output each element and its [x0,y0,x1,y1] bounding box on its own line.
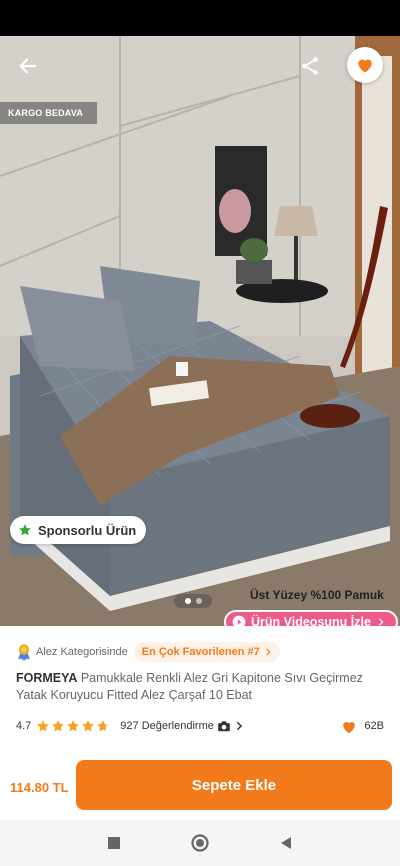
back-button[interactable] [10,48,46,84]
purchase-bar: 114.80 TL Sepete Ekle [0,752,400,820]
category-label: Alez Kategorisinde [36,646,128,658]
star-icon [67,720,80,732]
system-nav-bar [0,820,400,866]
product-image-carousel[interactable]: KARGO BEDAVA Sponsorlu Ürün Üst Yüzey %1… [0,36,400,626]
carousel-dot [184,598,191,604]
triangle-nav-icon[interactable] [279,836,293,850]
most-favorited-chip[interactable]: En Çok Favorilenen #7 [133,642,280,662]
review-count: 927 Değerlendirme [120,720,214,732]
heart-icon [343,722,356,734]
watch-video-label: Ürün Videosunu İzle [251,615,371,626]
share-icon [302,57,318,75]
camera-icon [218,721,230,732]
chevron-right-icon [236,721,242,731]
heart-icon [358,59,372,73]
price: 114.80 TL [10,780,69,795]
carousel-dot [195,598,202,604]
rating-stars [36,719,110,733]
chevron-right-icon [378,618,384,626]
favorite-count: 62B [340,718,384,734]
circle-nav-icon[interactable] [191,834,209,852]
sponsored-label: Sponsorlu Ürün [38,522,137,538]
star-icon [82,720,95,732]
rating-row[interactable]: 4.7 927 Değerlendirme 62B [16,716,384,736]
free-shipping-badge: KARGO BEDAVA [0,102,98,124]
medal-icon [18,644,30,661]
chevron-right-icon [265,648,271,656]
share-button[interactable] [292,48,328,84]
rating-score: 4.7 [16,720,32,732]
favorite-count-value: 62B [364,720,384,732]
star-icon [37,720,50,732]
play-icon [232,615,246,626]
status-bar [0,0,400,36]
add-to-cart-button[interactable]: Sepete Ekle [76,760,392,810]
sponsored-badge: Sponsorlu Ürün [10,516,147,544]
most-favorited-label: En Çok Favorilenen #7 [141,646,260,658]
back-arrow-icon [19,58,37,74]
carousel-indicator [174,594,212,608]
product-brand[interactable]: FORMEYA [16,671,77,685]
square-nav-icon[interactable] [107,836,121,850]
star-icon [97,720,110,732]
favorite-button[interactable] [347,47,383,83]
watch-video-button[interactable]: Ürün Videosunu İzle [224,610,398,626]
star-icon [19,524,31,536]
image-overlay-text: Üst Yüzey %100 Pamuk [250,588,384,602]
product-title: FORMEYA Pamukkale Renkli Alez Gri Kapito… [16,670,386,704]
category-rank-row: Alez Kategorisinde En Çok Favorilenen #7 [16,642,280,662]
star-icon [52,720,65,732]
